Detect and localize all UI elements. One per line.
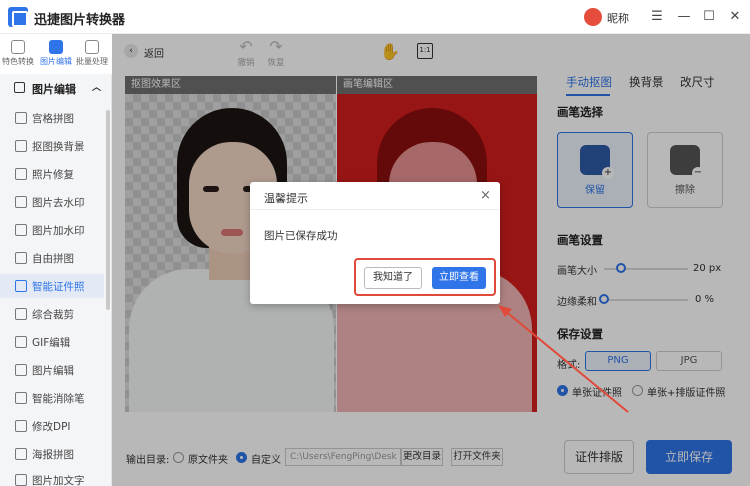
sidebar-item-text[interactable]: 图片加文字 <box>0 468 104 486</box>
sidebar-item-label: 海报拼图 <box>32 449 74 461</box>
poster-icon <box>15 448 27 460</box>
swap-icon <box>11 40 25 54</box>
sidebar-item-label: 图片加水印 <box>32 225 85 237</box>
sidebar-header[interactable]: 图片编辑 ︿ <box>0 78 111 102</box>
text-icon <box>15 474 27 486</box>
grid-icon <box>15 112 27 124</box>
topnav-special-convert[interactable]: 特色转换 <box>0 40 36 72</box>
batch-icon <box>85 40 99 54</box>
sidebar-item-eraser-pen[interactable]: 智能消除笔 <box>0 386 104 410</box>
sidebar-item-label: 智能消除笔 <box>32 393 85 405</box>
crop-icon <box>15 308 27 320</box>
dialog-message: 图片已保存成功 <box>264 230 338 242</box>
sidebar-item-collage[interactable]: 自由拼图 <box>0 246 104 270</box>
sidebar-item-label: 抠图换背景 <box>32 141 85 153</box>
sidebar-item-label: 图片编辑 <box>32 365 74 377</box>
repair-icon <box>15 168 27 180</box>
sidebar-item-label: 图片去水印 <box>32 197 85 209</box>
dpi-icon <box>15 420 27 432</box>
sidebar-item-dpi[interactable]: 修改DPI <box>0 414 104 438</box>
sidebar-item-label: 智能证件照 <box>32 281 85 293</box>
sidebar-item-label: 宫格拼图 <box>32 113 74 125</box>
got-it-button[interactable]: 我知道了 <box>364 267 422 289</box>
sidebar-item-label: 综合裁剪 <box>32 309 74 321</box>
app-title: 迅捷图片转换器 <box>34 13 126 28</box>
menu-icon[interactable]: ☰ <box>648 8 666 26</box>
sidebar-scrollbar[interactable] <box>106 110 110 310</box>
sidebar-item-repair[interactable]: 照片修复 <box>0 162 104 186</box>
sidebar-item-label: 图片加文字 <box>32 475 85 486</box>
maximize-icon[interactable]: ☐ <box>700 8 718 26</box>
avatar[interactable] <box>584 8 602 26</box>
edit-icon <box>15 364 27 376</box>
image-edit-icon <box>14 82 25 93</box>
sidebar-item-remove-watermark[interactable]: 图片去水印 <box>0 190 104 214</box>
sidebar-item-add-watermark[interactable]: 图片加水印 <box>0 218 104 242</box>
collage-icon <box>15 252 27 264</box>
sidebar-item-crop[interactable]: 综合裁剪 <box>0 302 104 326</box>
sidebar-item-label: 修改DPI <box>32 421 71 433</box>
success-dialog: 温馨提示 × 图片已保存成功 我知道了 立即查看 <box>250 182 500 304</box>
sidebar-item-label: GIF编辑 <box>32 337 71 349</box>
sidebar: 图片编辑 ︿ 宫格拼图 抠图换背景 照片修复 图片去水印 图片加水印 自由拼图 … <box>0 74 112 486</box>
user-name[interactable]: 昵称 <box>607 10 629 26</box>
sidebar-item-edit[interactable]: 图片编辑 <box>0 358 104 382</box>
close-window-icon[interactable]: ✕ <box>726 8 744 26</box>
view-now-button[interactable]: 立即查看 <box>432 267 486 289</box>
sidebar-item-grid[interactable]: 宫格拼图 <box>0 106 104 130</box>
remove-watermark-icon <box>15 196 27 208</box>
close-icon[interactable]: × <box>480 188 491 203</box>
top-nav: 特色转换 图片编辑 批量处理 <box>0 34 112 74</box>
sidebar-item-id-photo[interactable]: 智能证件照 <box>0 274 104 298</box>
title-bar: 迅捷图片转换器 昵称 ☰ — ☐ ✕ <box>0 0 750 34</box>
image-edit-icon <box>49 40 63 54</box>
topnav-label: 批量处理 <box>76 57 108 66</box>
minimize-icon[interactable]: — <box>675 8 693 26</box>
sidebar-header-label: 图片编辑 <box>32 83 76 96</box>
sidebar-item-gif[interactable]: GIF编辑 <box>0 330 104 354</box>
app-logo-icon <box>8 7 28 27</box>
dialog-title: 温馨提示 <box>264 192 308 205</box>
add-watermark-icon <box>15 224 27 236</box>
id-photo-icon <box>15 280 27 292</box>
sidebar-item-label: 自由拼图 <box>32 253 74 265</box>
sidebar-item-poster[interactable]: 海报拼图 <box>0 442 104 466</box>
topnav-batch[interactable]: 批量处理 <box>74 40 110 72</box>
topnav-label: 图片编辑 <box>40 57 72 66</box>
cutout-icon <box>15 140 27 152</box>
sidebar-item-cutout[interactable]: 抠图换背景 <box>0 134 104 158</box>
gif-icon <box>15 336 27 348</box>
chevron-up-icon: ︿ <box>92 83 102 93</box>
topnav-label: 特色转换 <box>2 57 34 66</box>
eraser-pen-icon <box>15 392 27 404</box>
sidebar-item-label: 照片修复 <box>32 169 74 181</box>
topnav-image-edit[interactable]: 图片编辑 <box>38 40 74 72</box>
